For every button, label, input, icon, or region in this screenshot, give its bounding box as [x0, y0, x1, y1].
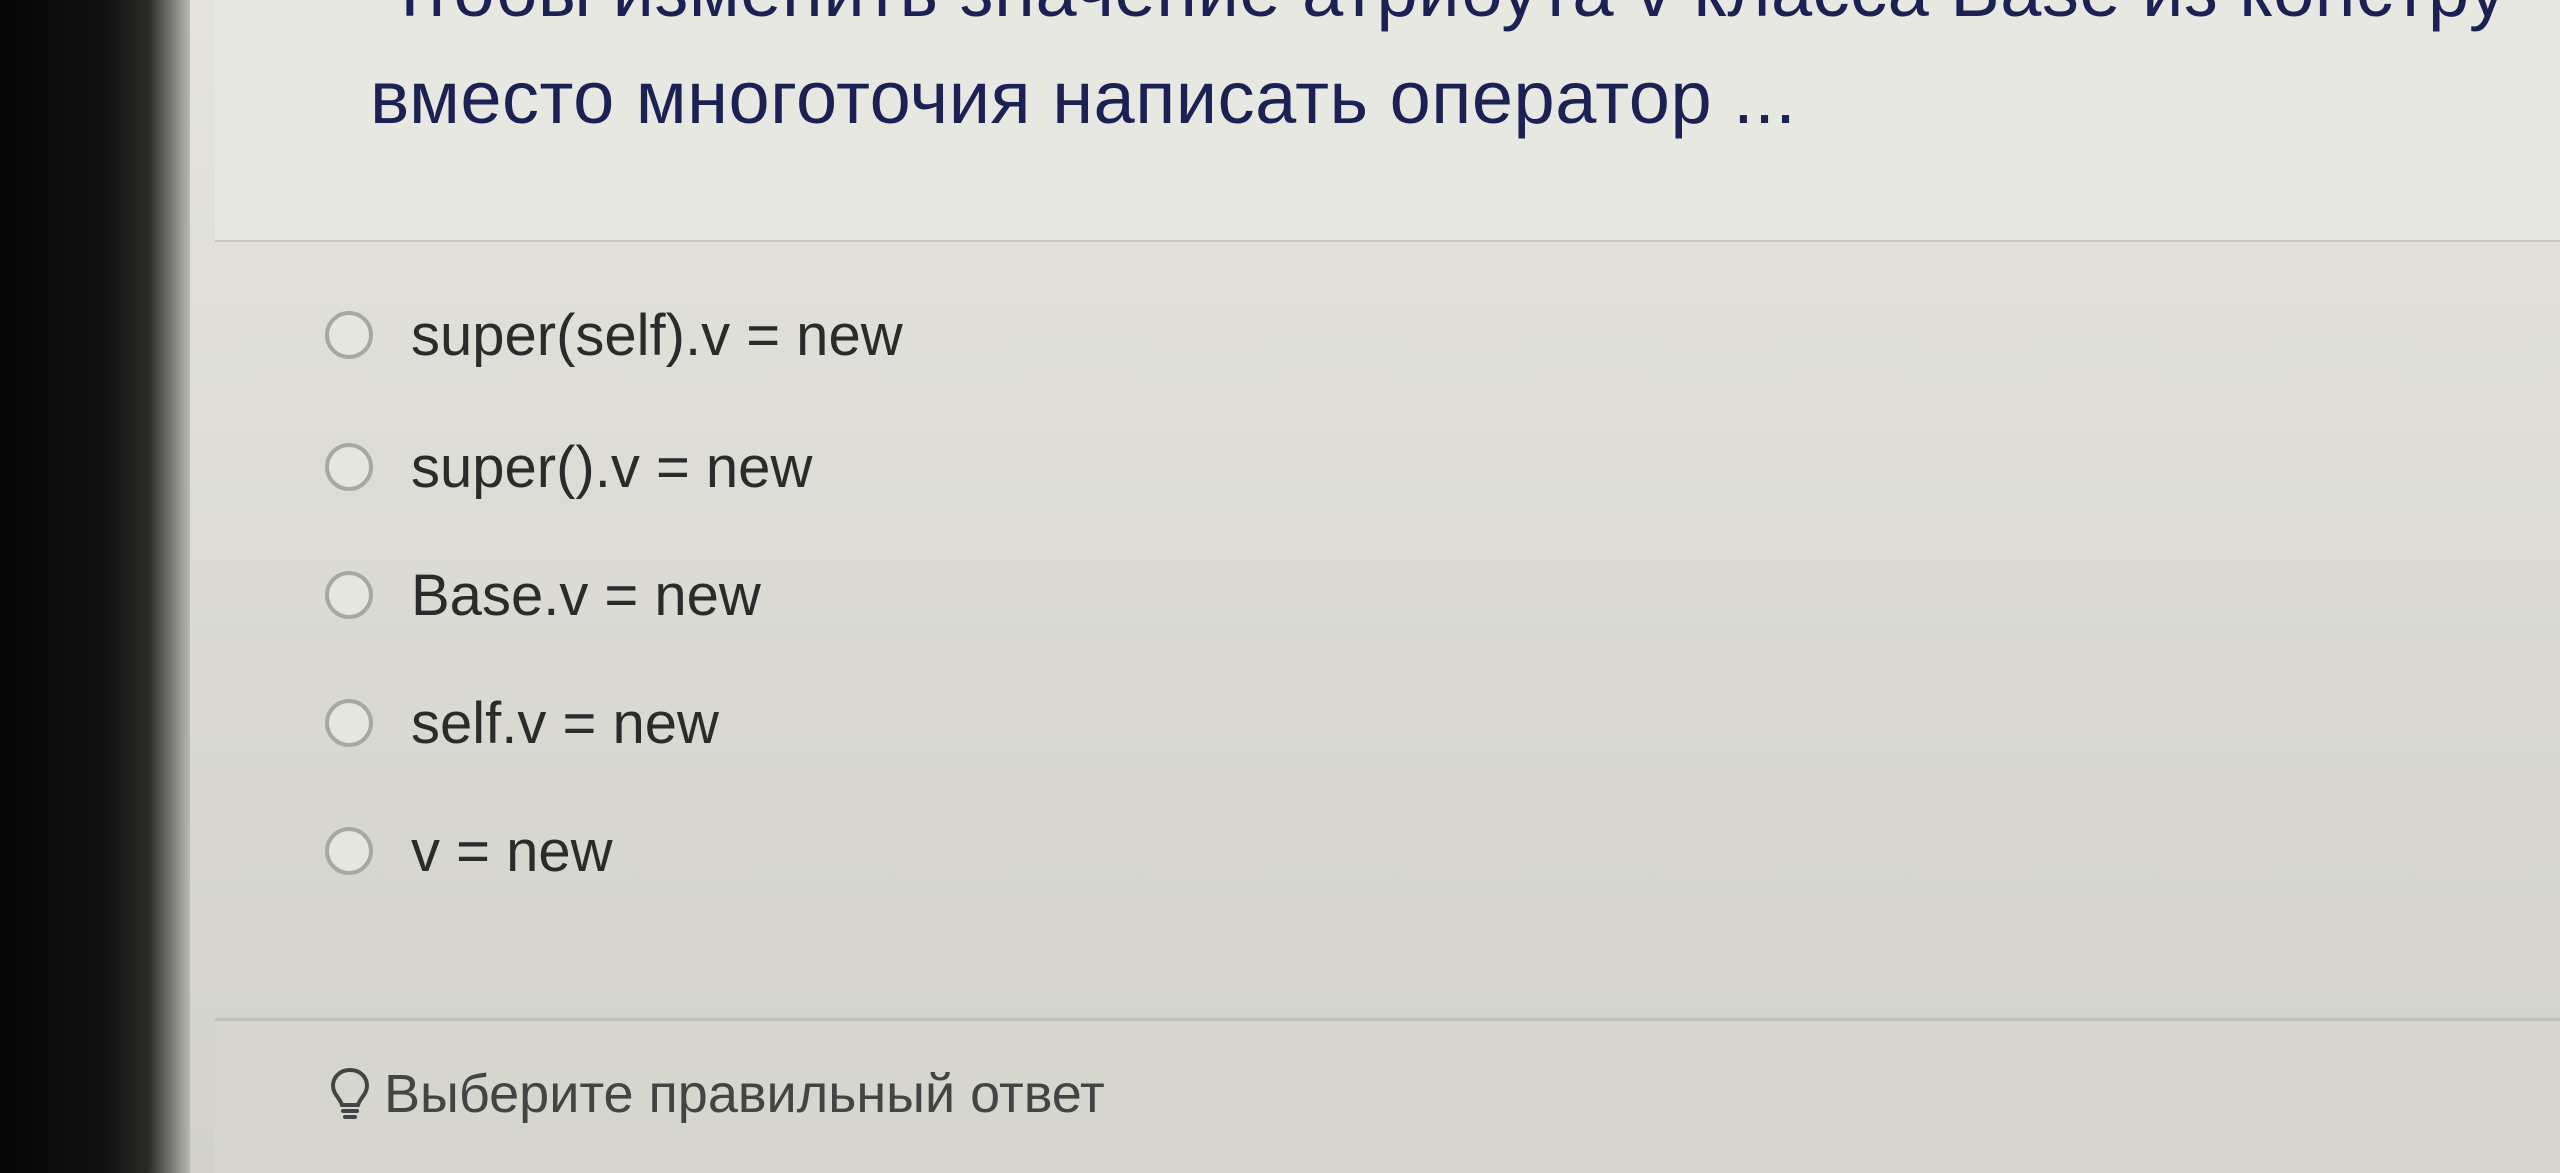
answer-option[interactable]: Base.v = new — [325, 550, 761, 640]
answer-option-label: super(self).v = new — [411, 302, 903, 368]
radio-button[interactable] — [325, 827, 373, 875]
answer-option-label: self.v = new — [411, 690, 719, 756]
radio-button[interactable] — [325, 699, 373, 747]
answer-option[interactable]: super(self).v = new — [325, 290, 903, 380]
radio-button[interactable] — [325, 571, 373, 619]
question-text-line-2: вместо многоточия написать оператор ... — [370, 56, 1797, 139]
answer-option-label: Base.v = new — [411, 562, 761, 628]
quiz-screen: Чтобы изменить значение атрибута v класс… — [190, 0, 2560, 1173]
lightbulb-icon — [330, 1067, 370, 1119]
monitor-bezel — [0, 0, 190, 1173]
radio-button[interactable] — [325, 311, 373, 359]
answer-option[interactable]: v = new — [325, 806, 613, 896]
answer-option-label: v = new — [411, 818, 613, 884]
answer-option[interactable]: super().v = new — [325, 422, 812, 512]
answer-option-label: super().v = new — [411, 434, 813, 500]
question-text-line-1: Чтобы изменить значение атрибута v класс… — [370, 0, 2506, 33]
answer-option[interactable]: self.v = new — [325, 678, 719, 768]
hint: Выберите правильный ответ — [330, 1063, 1105, 1125]
radio-button[interactable] — [325, 443, 373, 491]
hint-area: Выберите правильный ответ — [215, 1018, 2560, 1173]
question-block: Чтобы изменить значение атрибута v класс… — [215, 0, 2560, 242]
hint-text: Выберите правильный ответ — [384, 1064, 1105, 1124]
